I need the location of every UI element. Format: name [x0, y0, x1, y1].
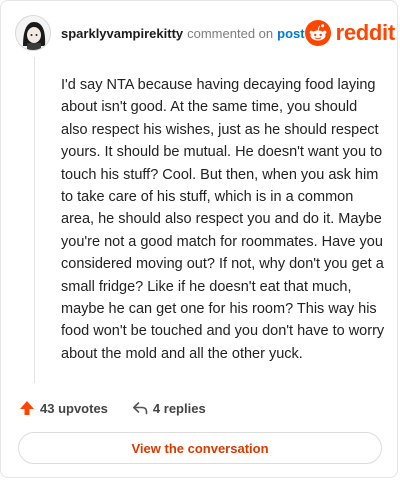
upvote-arrow-icon — [20, 401, 34, 415]
reddit-wordmark: reddit — [335, 20, 396, 45]
upvote-button[interactable]: 43 upvotes — [19, 400, 108, 416]
username-link[interactable]: sparklyvampirekitty — [61, 26, 183, 41]
reply-icon — [132, 402, 148, 415]
view-conversation-button[interactable]: View the conversation — [18, 432, 382, 464]
comment-actions: 43 upvotes 4 replies — [19, 397, 206, 419]
comment-meta: sparklyvampirekitty commented on post — [61, 26, 305, 41]
avatar[interactable] — [15, 15, 51, 51]
reply-count: 4 replies — [152, 400, 206, 416]
post-link[interactable]: post — [277, 26, 304, 41]
embedded-comment-card: sparklyvampirekitty commented on post re… — [0, 0, 398, 478]
commented-on-text: commented on — [187, 25, 274, 41]
reddit-logo[interactable]: reddit — [304, 20, 396, 46]
reddit-snoo-icon — [304, 20, 331, 46]
comment-header: sparklyvampirekitty commented on post re… — [15, 15, 395, 51]
avatar-image — [16, 16, 50, 50]
comment-body: I'd say NTA because having decaying food… — [61, 77, 385, 362]
replies-button[interactable]: 4 replies — [132, 400, 206, 416]
thread-line — [34, 57, 35, 383]
upvote-count: 43 upvotes — [40, 400, 108, 416]
